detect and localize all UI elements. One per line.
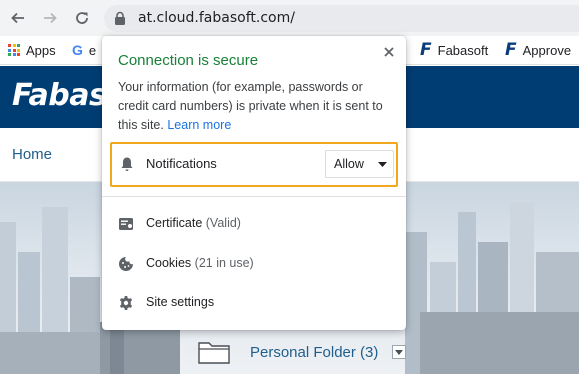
back-arrow-icon (11, 12, 24, 24)
cookies-status: (21 in use) (194, 256, 254, 270)
site-info-popup: Connection is secure Your information (f… (102, 36, 406, 330)
site-settings-row[interactable]: Site settings (102, 284, 406, 322)
forward-arrow-icon (44, 12, 57, 24)
cookies-row[interactable]: Cookies (21 in use) (102, 245, 406, 283)
personal-folder-row[interactable]: Personal Folder (3) (198, 340, 407, 364)
chevron-down-icon (378, 162, 387, 167)
fabasoft-f-icon: F (505, 39, 517, 60)
learn-more-link[interactable]: Learn more (167, 118, 231, 132)
description-text: Your information (for example, passwords… (118, 80, 383, 132)
close-button[interactable] (380, 43, 398, 61)
bookmark-label: Apps (26, 42, 56, 58)
divider (102, 196, 406, 197)
fabasoft-f-icon: F (420, 39, 432, 60)
notifications-select[interactable]: Allow (325, 150, 394, 178)
folder-icon (198, 342, 230, 364)
connection-secure-title: Connection is secure (118, 52, 259, 69)
certificate-icon (119, 218, 133, 230)
gear-icon (119, 296, 133, 310)
bell-icon (121, 157, 133, 171)
cookies-label: Cookies (21 in use) (146, 256, 254, 270)
certificate-label-text: Certificate (146, 216, 203, 230)
google-g-icon: G (72, 42, 83, 58)
bookmark-approve[interactable]: F Approve (505, 41, 571, 59)
back-button[interactable] (6, 6, 30, 30)
bookmark-label: e (88, 42, 97, 58)
url-text: at.cloud.fabasoft.com/ (138, 10, 295, 26)
bookmark-label: Approve (522, 42, 572, 58)
certificate-label: Certificate (Valid) (146, 216, 241, 230)
notifications-value: Allow (334, 157, 364, 171)
bookmark-fabasoft[interactable]: F Fabasoft (420, 41, 488, 59)
forward-button[interactable] (38, 6, 62, 30)
bookmark-apps[interactable]: Apps (8, 41, 56, 59)
notifications-permission-row: Notifications Allow (110, 142, 398, 187)
cookie-icon (119, 257, 133, 271)
certificate-row[interactable]: Certificate (Valid) (102, 205, 406, 243)
home-link[interactable]: Home (12, 146, 52, 163)
browser-toolbar: at.cloud.fabasoft.com/ (0, 0, 579, 36)
personal-folder-label[interactable]: Personal Folder (3) (250, 344, 378, 361)
connection-description: Your information (for example, passwords… (118, 78, 396, 135)
notifications-label: Notifications (146, 156, 217, 171)
address-bar[interactable]: at.cloud.fabasoft.com/ (104, 5, 579, 32)
folder-dropdown-button[interactable] (392, 345, 407, 359)
bookmark-label: Fabasoft (437, 42, 489, 58)
reload-icon (76, 12, 88, 24)
lock-icon[interactable] (113, 11, 127, 26)
cookies-label-text: Cookies (146, 256, 192, 270)
bookmark-google[interactable]: G e (72, 41, 96, 59)
site-settings-label: Site settings (146, 295, 215, 309)
chevron-down-icon (395, 349, 404, 355)
close-icon (384, 47, 394, 57)
certificate-status: (Valid) (205, 216, 241, 230)
apps-grid-icon (8, 44, 20, 56)
reload-button[interactable] (70, 6, 94, 30)
